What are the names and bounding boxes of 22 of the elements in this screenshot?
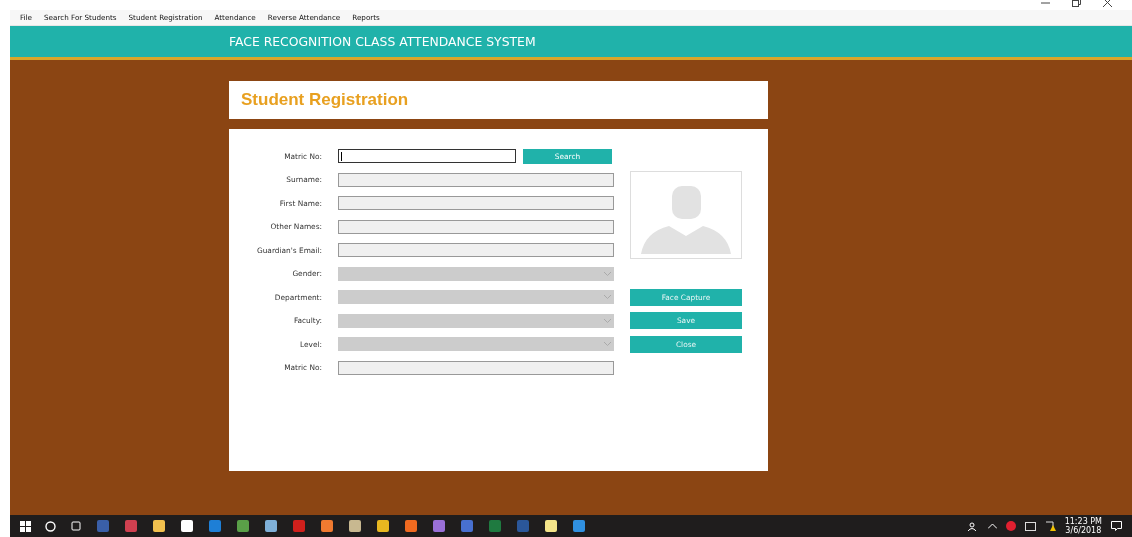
input-field[interactable] bbox=[338, 149, 516, 163]
chevron-down-icon bbox=[604, 295, 611, 299]
app-title: FACE RECOGNITION CLASS ATTENDANCE SYSTEM bbox=[229, 34, 536, 49]
chevron-down-icon bbox=[604, 342, 611, 346]
task-view-icon[interactable] bbox=[70, 521, 82, 531]
chevron-down-icon bbox=[604, 271, 611, 276]
network-warning-icon[interactable] bbox=[1044, 521, 1056, 531]
minimize-icon[interactable] bbox=[1041, 0, 1050, 7]
people-icon[interactable] bbox=[967, 521, 979, 531]
chevron-up-icon[interactable] bbox=[987, 523, 997, 529]
restore-icon[interactable] bbox=[1072, 0, 1081, 7]
antivirus-icon[interactable] bbox=[1005, 521, 1016, 531]
page-title: Student Registration bbox=[241, 90, 409, 110]
network-icon[interactable] bbox=[1024, 521, 1036, 531]
app-icon[interactable] bbox=[320, 519, 334, 533]
notification-icon[interactable] bbox=[1111, 521, 1122, 531]
windows-start-icon[interactable] bbox=[20, 520, 31, 532]
chevron-down-icon bbox=[604, 318, 611, 323]
clock-date[interactable]: 3/6/2018 bbox=[1065, 526, 1102, 536]
close-icon[interactable] bbox=[1103, 0, 1112, 7]
clock-time[interactable]: 11:23 PM bbox=[1064, 516, 1102, 526]
search-circle-icon[interactable] bbox=[45, 520, 56, 532]
